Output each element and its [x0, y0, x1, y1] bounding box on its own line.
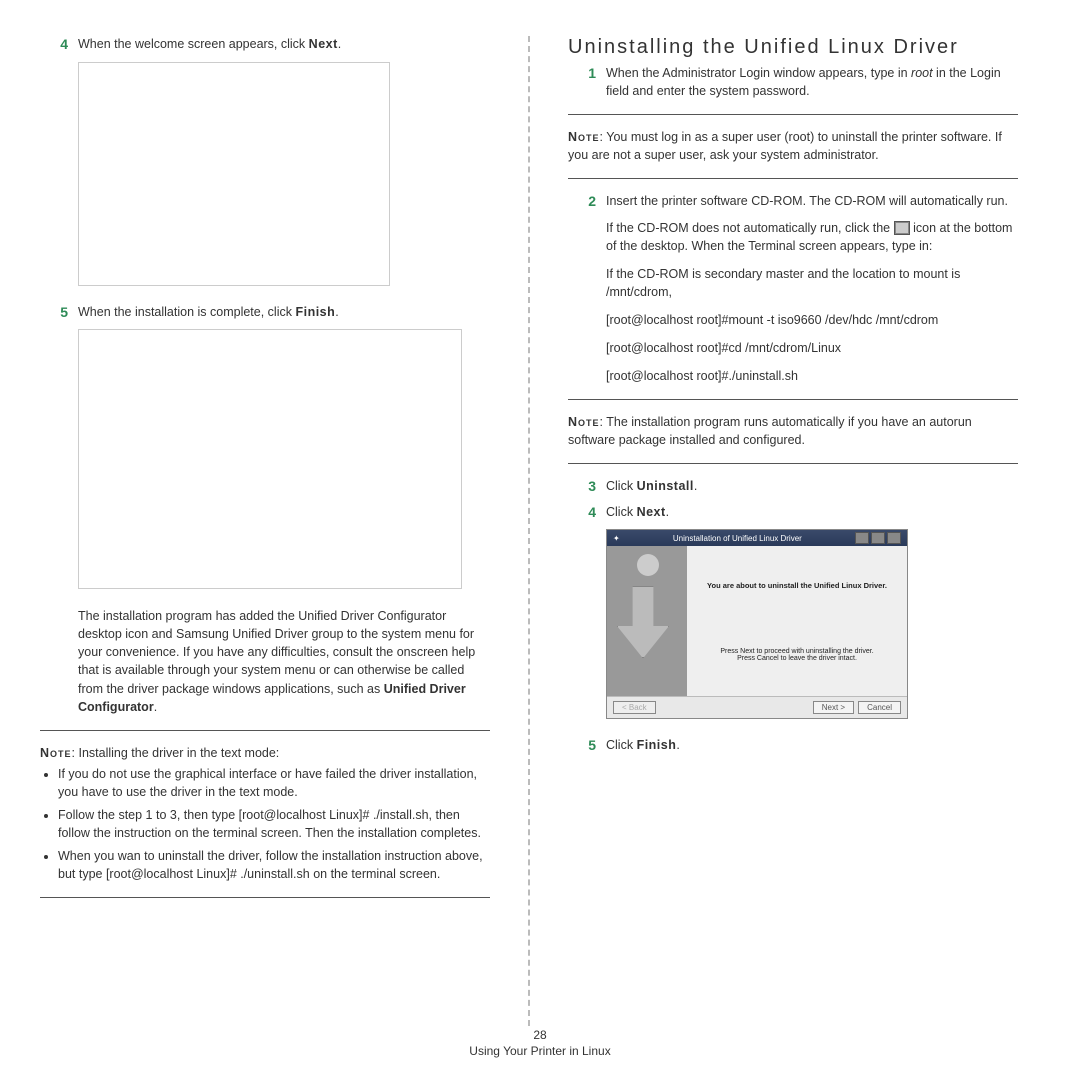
cancel-button[interactable]: Cancel: [858, 701, 901, 714]
step-4-left: 4 When the welcome screen appears, click…: [40, 36, 490, 54]
step-text: Insert the printer software CD-ROM. The …: [606, 193, 1018, 211]
left-column: 4 When the welcome screen appears, click…: [40, 36, 520, 1026]
divider-line: [40, 730, 490, 731]
next-button[interactable]: Next >: [813, 701, 854, 714]
step-text: Click Uninstall.: [606, 478, 1018, 496]
command-line: [root@localhost root]#cd /mnt/cdrom/Linu…: [606, 339, 1018, 357]
list-item: Follow the step 1 to 3, then type [root@…: [58, 807, 490, 842]
dialog-main-message: You are about to uninstall the Unified L…: [707, 581, 887, 590]
step-number: 3: [568, 478, 606, 496]
step-text: When the Administrator Login window appe…: [606, 65, 1018, 100]
step-2-right: 2 Insert the printer software CD-ROM. Th…: [568, 193, 1018, 211]
step-5-right: 5 Click Finish.: [568, 737, 1018, 755]
terminal-icon: [894, 221, 910, 235]
step-1-right: 1 When the Administrator Login window ap…: [568, 65, 1018, 100]
dialog-sidebar-graphic: [607, 546, 687, 696]
list-item: If you do not use the graphical interfac…: [58, 766, 490, 801]
divider-line: [568, 463, 1018, 464]
down-arrow-icon: [617, 586, 669, 658]
screenshot-placeholder-welcome: [78, 62, 390, 286]
dialog-sub-message: Press Next to proceed with uninstalling …: [720, 648, 873, 655]
step-5-left: 5 When the installation is complete, cli…: [40, 304, 490, 322]
step-text: When the installation is complete, click…: [78, 304, 490, 322]
divider-line: [40, 897, 490, 898]
command-line: [root@localhost root]#./uninstall.sh: [606, 367, 1018, 385]
close-icon[interactable]: [887, 532, 901, 544]
step-text: Click Next.: [606, 504, 1018, 522]
column-divider: [528, 36, 530, 1026]
step-3-right: 3 Click Uninstall.: [568, 478, 1018, 496]
footer-caption: Using Your Printer in Linux: [469, 1044, 610, 1058]
step-text: When the welcome screen appears, click N…: [78, 36, 490, 54]
step-number: 2: [568, 193, 606, 211]
uninstall-dialog: ✦ Uninstallation of Unified Linux Driver…: [606, 529, 908, 719]
list-item: When you wan to uninstall the driver, fo…: [58, 848, 490, 883]
sun-icon: [637, 554, 659, 576]
step-4-right: 4 Click Next.: [568, 504, 1018, 522]
dialog-button-bar: < Back Next > Cancel: [607, 696, 907, 718]
minimize-icon[interactable]: [871, 532, 885, 544]
back-button: < Back: [613, 701, 656, 714]
dialog-title-text: Uninstallation of Unified Linux Driver: [673, 534, 802, 543]
step-text: Click Finish.: [606, 737, 1018, 755]
step-number: 5: [40, 304, 78, 322]
step-number: 5: [568, 737, 606, 755]
step-number: 1: [568, 65, 606, 100]
right-column: Uninstalling the Unified Linux Driver 1 …: [538, 36, 1018, 1026]
note-text-mode: Note: Installing the driver in the text …: [40, 745, 490, 884]
note-super-user: Note: You must log in as a super user (r…: [568, 129, 1018, 164]
divider-line: [568, 178, 1018, 179]
step-number: 4: [568, 504, 606, 522]
dialog-titlebar: ✦ Uninstallation of Unified Linux Driver: [607, 530, 907, 546]
page-number: 28: [0, 1028, 1080, 1042]
note-bullet-list: If you do not use the graphical interfac…: [40, 766, 490, 883]
divider-line: [568, 399, 1018, 400]
step-number: 4: [40, 36, 78, 54]
help-icon[interactable]: [855, 532, 869, 544]
dialog-sub-message: Press Cancel to leave the driver intact.: [720, 655, 873, 662]
post-install-paragraph: The installation program has added the U…: [78, 607, 490, 716]
page-footer: 28 Using Your Printer in Linux: [0, 1028, 1080, 1058]
dialog-content: You are about to uninstall the Unified L…: [687, 546, 907, 696]
section-heading: Uninstalling the Unified Linux Driver: [568, 36, 1018, 59]
secondary-master-paragraph: If the CD-ROM is secondary master and th…: [606, 265, 1018, 301]
command-line: [root@localhost root]#mount -t iso9660 /…: [606, 311, 1018, 329]
note-autorun: Note: The installation program runs auto…: [568, 414, 1018, 449]
autorun-paragraph: If the CD-ROM does not automatically run…: [606, 219, 1018, 255]
screenshot-placeholder-finish: [78, 329, 462, 589]
divider-line: [568, 114, 1018, 115]
